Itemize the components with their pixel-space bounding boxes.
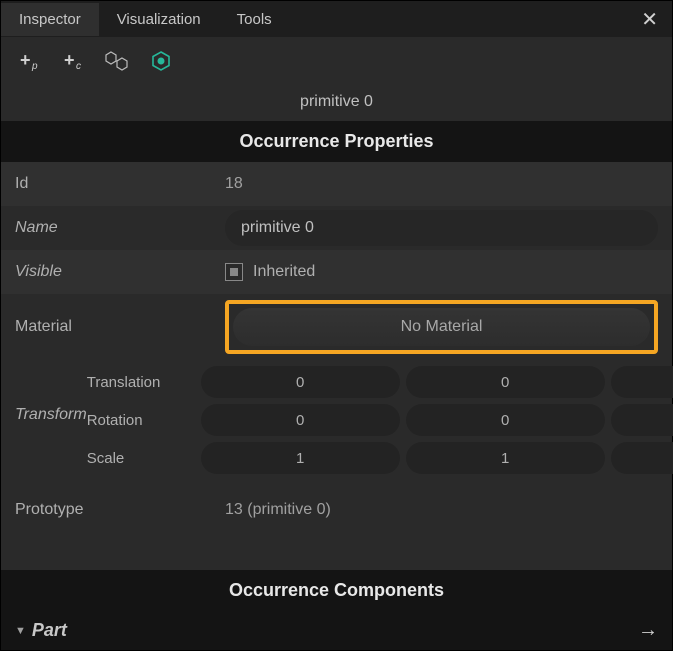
rotation-y-input[interactable] bbox=[406, 404, 605, 436]
translation-row: Translation mm bbox=[87, 366, 673, 398]
name-input[interactable] bbox=[225, 210, 658, 246]
visible-label: Visible bbox=[15, 263, 225, 281]
visible-checkbox[interactable] bbox=[225, 263, 243, 281]
scale-x-input[interactable] bbox=[201, 442, 400, 474]
svg-text:+: + bbox=[20, 50, 31, 70]
material-button[interactable]: No Material bbox=[233, 308, 650, 346]
scale-row: Scale bbox=[87, 442, 673, 474]
component-icon[interactable] bbox=[103, 47, 131, 75]
translation-x-input[interactable] bbox=[201, 366, 400, 398]
tab-bar: Inspector Visualization Tools ✕ bbox=[1, 1, 672, 37]
arrow-right-icon[interactable]: → bbox=[638, 619, 658, 642]
tab-visualization[interactable]: Visualization bbox=[99, 3, 219, 36]
row-prototype: Prototype 13 (primitive 0) bbox=[1, 484, 672, 536]
svg-text:c: c bbox=[76, 61, 81, 72]
occurrence-components-header: Occurrence Components bbox=[1, 570, 672, 611]
visible-checkbox-wrap: Inherited bbox=[225, 263, 315, 281]
name-label: Name bbox=[15, 219, 225, 237]
tab-inspector[interactable]: Inspector bbox=[1, 3, 99, 36]
scale-label: Scale bbox=[87, 450, 195, 467]
id-label: Id bbox=[15, 175, 225, 193]
scale-y-input[interactable] bbox=[406, 442, 605, 474]
rotation-x-input[interactable] bbox=[201, 404, 400, 436]
row-transform: Transform Translation mm Rotation deg bbox=[1, 360, 672, 484]
object-name: primitive 0 bbox=[1, 85, 672, 121]
transform-label: Transform bbox=[15, 366, 87, 474]
row-id: Id 18 bbox=[1, 162, 672, 206]
rotation-row: Rotation deg bbox=[87, 404, 673, 436]
row-material: Material No Material bbox=[1, 294, 672, 360]
add-child-icon[interactable]: +c bbox=[59, 47, 87, 75]
close-icon[interactable]: ✕ bbox=[627, 1, 672, 38]
id-value: 18 bbox=[225, 175, 658, 193]
material-highlight: No Material bbox=[225, 300, 658, 354]
instance-icon[interactable] bbox=[147, 47, 175, 75]
row-visible: Visible Inherited bbox=[1, 250, 672, 294]
svg-text:+: + bbox=[64, 50, 75, 70]
visible-state-label: Inherited bbox=[253, 263, 315, 281]
rotation-z-input[interactable] bbox=[611, 404, 673, 436]
translation-y-input[interactable] bbox=[406, 366, 605, 398]
transform-grid: Translation mm Rotation deg Scale bbox=[87, 366, 673, 474]
occurrence-properties-header: Occurrence Properties bbox=[1, 121, 672, 162]
translation-label: Translation bbox=[87, 374, 195, 391]
translation-z-input[interactable] bbox=[611, 366, 673, 398]
prototype-value: 13 (primitive 0) bbox=[225, 501, 658, 519]
tab-tools[interactable]: Tools bbox=[219, 3, 290, 36]
inspector-panel: Inspector Visualization Tools ✕ +p +c pr… bbox=[0, 0, 673, 651]
properties-list: Id 18 Name Visible Inherited Material No… bbox=[1, 162, 672, 536]
row-name: Name bbox=[1, 206, 672, 250]
scale-z-input[interactable] bbox=[611, 442, 673, 474]
part-section-header[interactable]: ▼ Part → bbox=[1, 611, 672, 650]
material-label: Material bbox=[15, 318, 225, 336]
toolbar: +p +c bbox=[1, 37, 672, 85]
svg-text:p: p bbox=[31, 61, 38, 72]
spacer bbox=[1, 536, 672, 570]
rotation-label: Rotation bbox=[87, 412, 195, 429]
prototype-label: Prototype bbox=[15, 501, 225, 519]
part-label: Part bbox=[32, 620, 67, 641]
add-parent-icon[interactable]: +p bbox=[15, 47, 43, 75]
collapse-triangle-icon: ▼ bbox=[15, 625, 26, 637]
